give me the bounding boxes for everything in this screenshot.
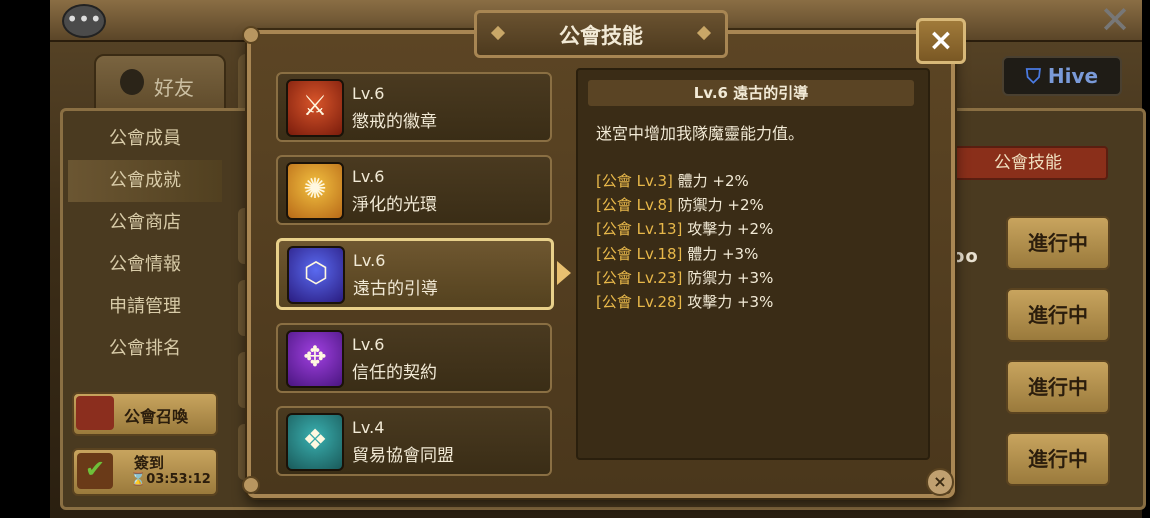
side-menu-item-info[interactable]: 公會情報 — [68, 244, 222, 286]
skill-level: Lv.6 — [352, 84, 385, 103]
side-menu-item-applications[interactable]: 申請管理 — [68, 286, 222, 328]
bonus-effect: 攻擊力 +2% — [687, 220, 774, 239]
hive-button-label: Hive — [1047, 64, 1099, 88]
sign-in-button[interactable]: 簽到 ⌛03:53:12 — [72, 448, 218, 496]
crossed-axes-icon: ⚔ — [286, 79, 344, 137]
bonus-guild-level: [公會 Lv.23] — [596, 268, 683, 287]
in-progress-button[interactable]: 進行中 — [1006, 432, 1110, 486]
skill-list: ⚔ Lv.6 懲戒的徽章 ✺ Lv.6 淨化的光環 ⬡ Lv.6 遠古的引導 ✥… — [276, 72, 571, 489]
guild-side-menu: 公會成員 公會成就 公會商店 公會情報 申請管理 公會排名 — [68, 118, 222, 388]
modal-title-plate: 公會技能 — [474, 10, 728, 58]
skill-name: 懲戒的徽章 — [352, 112, 437, 132]
sign-in-timer: ⌛03:53:12 — [130, 472, 211, 487]
ancient-rune-icon: ⬡ — [287, 246, 345, 304]
skill-bonus-row: [公會 Lv.8] 防禦力 +2% — [596, 194, 773, 218]
skill-level: Lv.6 — [352, 167, 385, 186]
skill-detail-panel: Lv.6 遠古的引導 迷宮中增加我隊魔靈能力值。 [公會 Lv.3] 體力 +2… — [576, 68, 930, 460]
hive-shield-icon: ⛉ — [1025, 64, 1041, 88]
in-progress-button[interactable]: 進行中 — [1006, 216, 1110, 270]
skill-bonus-row: [公會 Lv.3] 體力 +2% — [596, 170, 773, 194]
bonus-guild-level: [公會 Lv.18] — [596, 244, 683, 263]
frame-corner-rivet — [242, 476, 260, 494]
frame-corner-close-icon[interactable]: × — [926, 468, 954, 496]
bonus-guild-level: [公會 Lv.28] — [596, 292, 683, 311]
person-silhouette-icon — [120, 69, 144, 95]
skill-bonus-row: [公會 Lv.18] 體力 +3% — [596, 243, 773, 267]
skill-name: 信任的契約 — [352, 363, 437, 383]
bonus-effect: 防禦力 +2% — [677, 196, 764, 215]
skill-bonus-list: [公會 Lv.3] 體力 +2% [公會 Lv.8] 防禦力 +2% [公會 L… — [596, 170, 773, 315]
skill-detail-header: Lv.6 遠古的引導 — [588, 80, 914, 106]
skill-level: Lv.4 — [352, 418, 385, 437]
skill-card-purifying-aura[interactable]: ✺ Lv.6 淨化的光環 — [276, 155, 552, 225]
skill-detail-description: 迷宮中增加我隊魔靈能力值。 — [596, 124, 805, 143]
side-menu-item-shop[interactable]: 公會商店 — [68, 202, 222, 244]
game-screen: ••• ✕ 好友 ⛉ Hive 公會成員 公會成就 公會商店 公會情報 申請管理… — [0, 0, 1150, 518]
skill-card-trade-alliance[interactable]: ❖ Lv.4 貿易協會同盟 — [276, 406, 552, 476]
checkmark-icon — [77, 453, 113, 489]
radiant-hand-icon: ✺ — [286, 162, 344, 220]
skill-bonus-row: [公會 Lv.13] 攻擊力 +2% — [596, 218, 773, 242]
skill-level: Lv.6 — [353, 251, 386, 270]
in-progress-button[interactable]: 進行中 — [1006, 360, 1110, 414]
skill-card-ancient-guidance[interactable]: ⬡ Lv.6 遠古的引導 — [276, 238, 571, 310]
bonus-effect: 體力 +2% — [677, 172, 749, 190]
skill-card-trust-contract[interactable]: ✥ Lv.6 信任的契約 — [276, 323, 552, 393]
row-dots: oo — [952, 246, 979, 267]
close-icon[interactable]: × — [916, 18, 966, 64]
bonus-guild-level: [公會 Lv.8] — [596, 196, 673, 215]
contract-scroll-icon: ✥ — [286, 330, 344, 388]
bonus-effect: 攻擊力 +3% — [687, 292, 774, 311]
in-progress-button[interactable]: 進行中 — [1006, 288, 1110, 342]
side-menu-item-members[interactable]: 公會成員 — [68, 118, 222, 160]
skill-bonus-row: [公會 Lv.23] 防禦力 +3% — [596, 267, 773, 291]
bonus-guild-level: [公會 Lv.13] — [596, 220, 683, 239]
chat-bubble-icon[interactable]: ••• — [62, 4, 106, 38]
bonus-effect: 體力 +3% — [687, 244, 759, 263]
friends-tab[interactable]: 好友 — [94, 54, 226, 116]
summon-scroll-icon — [76, 396, 114, 430]
skill-name: 貿易協會同盟 — [352, 446, 454, 466]
trade-crate-icon: ❖ — [286, 413, 344, 471]
sign-in-timer-value: 03:53:12 — [146, 472, 211, 487]
guild-summon-label: 公會召喚 — [124, 407, 189, 426]
hive-button[interactable]: ⛉ Hive — [1002, 56, 1122, 96]
skill-name: 遠古的引導 — [353, 279, 438, 299]
skill-card-punishment-badge[interactable]: ⚔ Lv.6 懲戒的徽章 — [276, 72, 552, 142]
modal-title: 公會技能 — [559, 24, 643, 48]
background-close-icon[interactable]: ✕ — [1096, 1, 1134, 39]
letterbox-left — [0, 0, 50, 518]
friends-tab-label: 好友 — [154, 76, 194, 100]
hourglass-icon: ⌛ — [130, 472, 147, 487]
guild-summon-button[interactable]: 公會召喚 — [72, 392, 218, 436]
bonus-effect: 防禦力 +3% — [687, 268, 774, 287]
skill-name: 淨化的光環 — [352, 195, 437, 215]
side-menu-item-ranking[interactable]: 公會排名 — [68, 328, 222, 370]
skill-bonus-row: [公會 Lv.28] 攻擊力 +3% — [596, 291, 773, 315]
background-guild-skill-tab[interactable]: 公會技能 — [948, 146, 1108, 180]
bonus-guild-level: [公會 Lv.3] — [596, 172, 673, 190]
sign-in-label: 簽到 — [134, 454, 165, 472]
frame-corner-rivet — [242, 26, 260, 44]
side-menu-item-achievements[interactable]: 公會成就 — [68, 160, 222, 202]
skill-level: Lv.6 — [352, 335, 385, 354]
